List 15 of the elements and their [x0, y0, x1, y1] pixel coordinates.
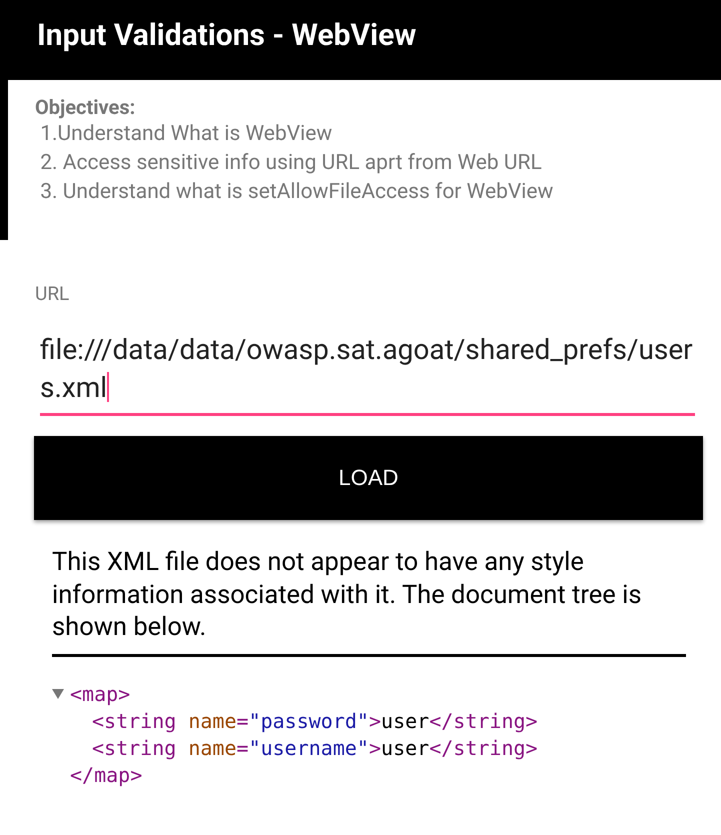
code-line: </map> — [70, 762, 142, 788]
code-line: <map> — [70, 680, 130, 708]
code-line: <string name="username">user</string> — [92, 734, 538, 762]
url-field[interactable]: file:///data/data/owasp.sat.agoat/shared_prefs/users.xml — [40, 331, 695, 416]
objective-item: 2. Access sensitive info using URL aprt from Web URL — [39, 150, 543, 177]
objectives-heading: Objectives: — [35, 94, 136, 120]
text-cursor — [107, 372, 110, 402]
load-button[interactable]: LOAD — [34, 436, 703, 520]
objective-item: 3. Understand what is setAllowFileAccess for WebView — [39, 179, 554, 206]
objective-item: 1.Understand What is WebView — [39, 121, 334, 148]
collapse-triangle-icon[interactable] — [52, 688, 64, 700]
url-label: URL — [35, 282, 70, 305]
xml-notice-text: This XML file does not appear to have any style information associated with it. The document tree is shown below. — [52, 546, 686, 656]
code-line: <string name="password">user</string> — [92, 708, 538, 734]
app-title: Input Validations - WebView — [37, 18, 416, 54]
